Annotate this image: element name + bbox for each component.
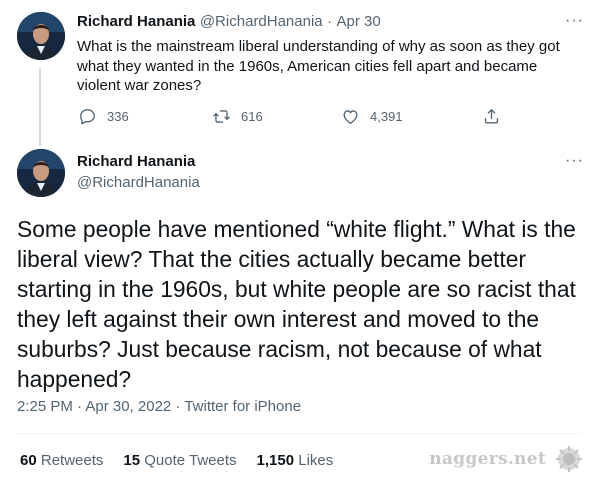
tweet-timestamp[interactable]: 2:25 PM · Apr 30, 2022 · Twitter for iPh… [17,398,301,415]
retweets-label: Retweets [40,452,104,469]
author-handle[interactable]: @RichardHanania [200,13,323,30]
more-options-icon[interactable]: ··· [565,12,584,30]
likes-count: 1,150 [256,452,295,469]
likes-label: Likes [298,452,334,469]
tweet-date[interactable]: Apr 30 [337,13,381,30]
quote-tweets-stat[interactable]: 15 Quote Tweets [123,452,236,469]
thread-connector-line [39,68,41,146]
like-button[interactable]: 4,391 [341,107,403,126]
reply-icon [80,109,95,125]
watermark-text: naggers.net [429,449,546,469]
tweet1-header: Richard Hanania @RichardHanania · Apr 30 [77,13,381,31]
share-button[interactable] [482,107,501,126]
tweet2-text: Some people have mentioned “white flight… [17,216,576,392]
engagement-stats: 60 Retweets 15 Quote Tweets 1,150 Likes [20,452,333,469]
author-handle[interactable]: @RichardHanania [77,174,200,191]
like-count: 4,391 [370,109,403,124]
divider [17,433,581,434]
meta-separator: · [327,13,333,30]
avatar[interactable] [17,149,65,197]
author-name[interactable]: Richard Hanania [77,153,195,170]
retweet-button[interactable]: 616 [212,107,263,126]
retweets-count: 60 [20,452,37,469]
author-name[interactable]: Richard Hanania [77,13,195,30]
tweet1-text: What is the mainstream liberal understan… [77,38,560,94]
reply-count: 336 [107,109,129,124]
likes-stat[interactable]: 1,150 Likes [257,452,334,469]
quotes-label: Quote Tweets [144,452,237,469]
share-icon [484,108,499,124]
retweet-count: 616 [241,109,263,124]
heart-icon [343,110,358,124]
quotes-count: 15 [123,452,141,469]
retweet-icon [213,110,230,123]
more-options-icon[interactable]: ··· [565,152,584,170]
avatar[interactable] [17,12,65,60]
watermark-logo-icon [556,446,582,472]
reply-button[interactable]: 336 [78,107,129,126]
retweets-stat[interactable]: 60 Retweets [20,452,103,469]
